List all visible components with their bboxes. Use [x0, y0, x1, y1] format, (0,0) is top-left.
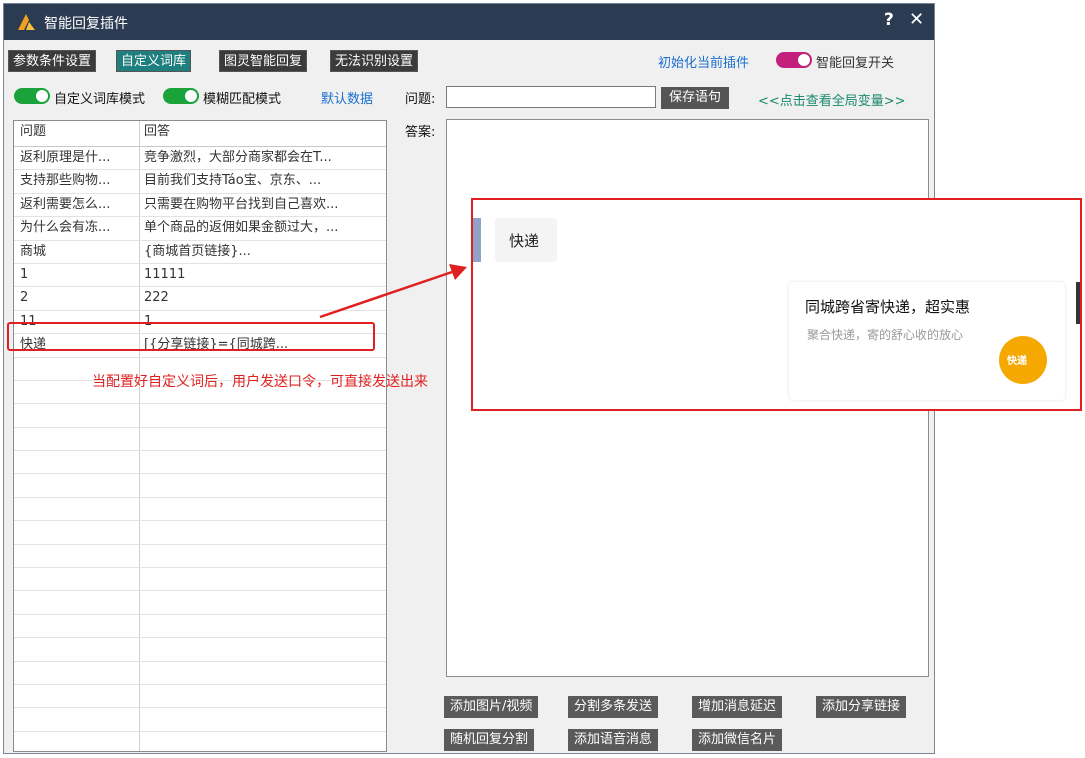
express-logo-icon: 快递: [999, 336, 1047, 384]
app-logo-icon: [18, 14, 35, 30]
add-image-video-button[interactable]: 添加图片/视频: [444, 696, 539, 718]
table-row: [14, 684, 386, 709]
add-share-link-button[interactable]: 添加分享链接: [816, 696, 907, 718]
table-row[interactable]: 返利需要怎么... 只需要在购物平台找到自己喜欢...: [14, 193, 386, 218]
close-icon[interactable]: ✕: [909, 9, 924, 30]
table-row: [14, 427, 386, 452]
global-vars-link[interactable]: <<点击查看全局变量>>: [758, 90, 906, 109]
fuzzy-mode-label: 模糊匹配模式: [203, 92, 282, 107]
tab-turing-reply[interactable]: 图灵智能回复: [219, 50, 308, 72]
column-header-question: 问题: [20, 124, 47, 139]
question-cell: 商城: [20, 243, 47, 259]
table-row: [14, 568, 386, 592]
table-body: 返利原理是什... 竞争激烈，大部分商家都会在T... 支持那些购物... 目前我们支…: [14, 147, 386, 751]
question-cell: 支持那些购物...: [20, 173, 111, 189]
toggle-knob: [798, 54, 810, 66]
toggle-knob: [36, 90, 48, 102]
save-sentence-button[interactable]: 保存语句: [661, 87, 730, 109]
table-row: [14, 451, 386, 475]
add-voice-button[interactable]: 添加语音消息: [568, 729, 659, 751]
column-header-answer: 回答: [144, 124, 171, 139]
custom-mode-label: 自定义词库模式: [54, 92, 146, 107]
help-icon[interactable]: ?: [884, 10, 894, 30]
chat-preview-panel: 快递 同城跨省寄快递，超实惠 聚合快递，寄的舒心收的放心 快递: [471, 198, 1082, 411]
table-row[interactable]: 返利原理是什... 竞争激烈，大部分商家都会在T...: [14, 147, 386, 171]
answer-cell: 单个商品的返佣如果金额过大，...: [144, 220, 339, 236]
card-logo-text: 快递: [1007, 356, 1027, 367]
add-delay-button[interactable]: 增加消息延迟: [692, 696, 783, 718]
split-send-button[interactable]: 分割多条发送: [568, 696, 659, 718]
default-data-link[interactable]: 默认数据: [321, 88, 373, 107]
tab-unrecognized-settings[interactable]: 无法识别设置: [330, 50, 419, 72]
custom-mode-toggle[interactable]: [14, 88, 50, 104]
table-row: [14, 521, 386, 545]
avatar: [473, 218, 481, 262]
highlight-box: [7, 322, 375, 351]
smart-reply-label: 智能回复开关: [816, 56, 895, 71]
toggle-knob: [185, 90, 197, 102]
answer-cell: 目前我们支持Táo宝、京东、...: [144, 173, 322, 189]
message-bubble: 快递: [495, 218, 557, 262]
table-header: 问题 回答: [14, 121, 386, 147]
table-row: [14, 591, 386, 615]
table-row: [14, 404, 386, 428]
question-cell: 返利需要怎么...: [20, 196, 111, 212]
answer-cell: 竞争激烈，大部分商家都会在T...: [144, 150, 332, 165]
question-cell: 1: [20, 266, 29, 282]
message-text: 快递: [509, 232, 540, 250]
smart-reply-toggle[interactable]: [776, 52, 812, 68]
question-cell: 2: [20, 290, 29, 306]
table-row: [14, 544, 386, 569]
random-reply-split-button[interactable]: 随机回复分割: [444, 729, 535, 751]
title-bar: 智能回复插件 ? ✕: [4, 4, 934, 40]
fuzzy-mode-toggle[interactable]: [163, 88, 199, 104]
table-row: [14, 708, 386, 732]
window-title: 智能回复插件: [44, 16, 128, 32]
question-cell: 返利原理是什...: [20, 150, 111, 165]
annotation-text: 当配置好自定义词后，用户发送口令，可直接发送出来: [92, 374, 428, 390]
share-link-card[interactable]: 同城跨省寄快递，超实惠 聚合快递，寄的舒心收的放心 快递: [789, 282, 1065, 400]
init-plugin-link[interactable]: 初始化当前插件: [658, 52, 749, 71]
table-row: [14, 731, 386, 751]
add-wechat-card-button[interactable]: 添加微信名片: [692, 729, 783, 751]
question-cell: 为什么会有冻...: [20, 220, 111, 236]
question-label: 问题:: [405, 92, 436, 107]
table-row: [14, 474, 386, 498]
question-input[interactable]: [446, 86, 656, 108]
annotation-arrow-icon: [319, 264, 467, 319]
table-row[interactable]: 支持那些购物... 目前我们支持Táo宝、京东、...: [14, 170, 386, 194]
card-title: 同城跨省寄快递，超实惠: [805, 298, 971, 316]
table-row: [14, 497, 386, 522]
card-description: 聚合快递，寄的舒心收的放心: [807, 328, 964, 342]
table-row: [14, 661, 386, 685]
tab-custom-lexicon[interactable]: 自定义词库: [116, 50, 192, 72]
answer-cell: 只需要在购物平台找到自己喜欢...: [144, 196, 339, 212]
answer-label: 答案:: [405, 125, 436, 140]
qa-table: 问题 回答 返利原理是什... 竞争激烈，大部分商家都会在T... 支持那些购物..…: [13, 120, 387, 752]
scroll-indicator: [1076, 282, 1080, 324]
tab-param-settings[interactable]: 参数条件设置: [8, 50, 97, 72]
table-row[interactable]: 为什么会有冻... 单个商品的返佣如果金额过大，...: [14, 217, 386, 241]
table-row: [14, 638, 386, 662]
table-row: [14, 614, 386, 639]
